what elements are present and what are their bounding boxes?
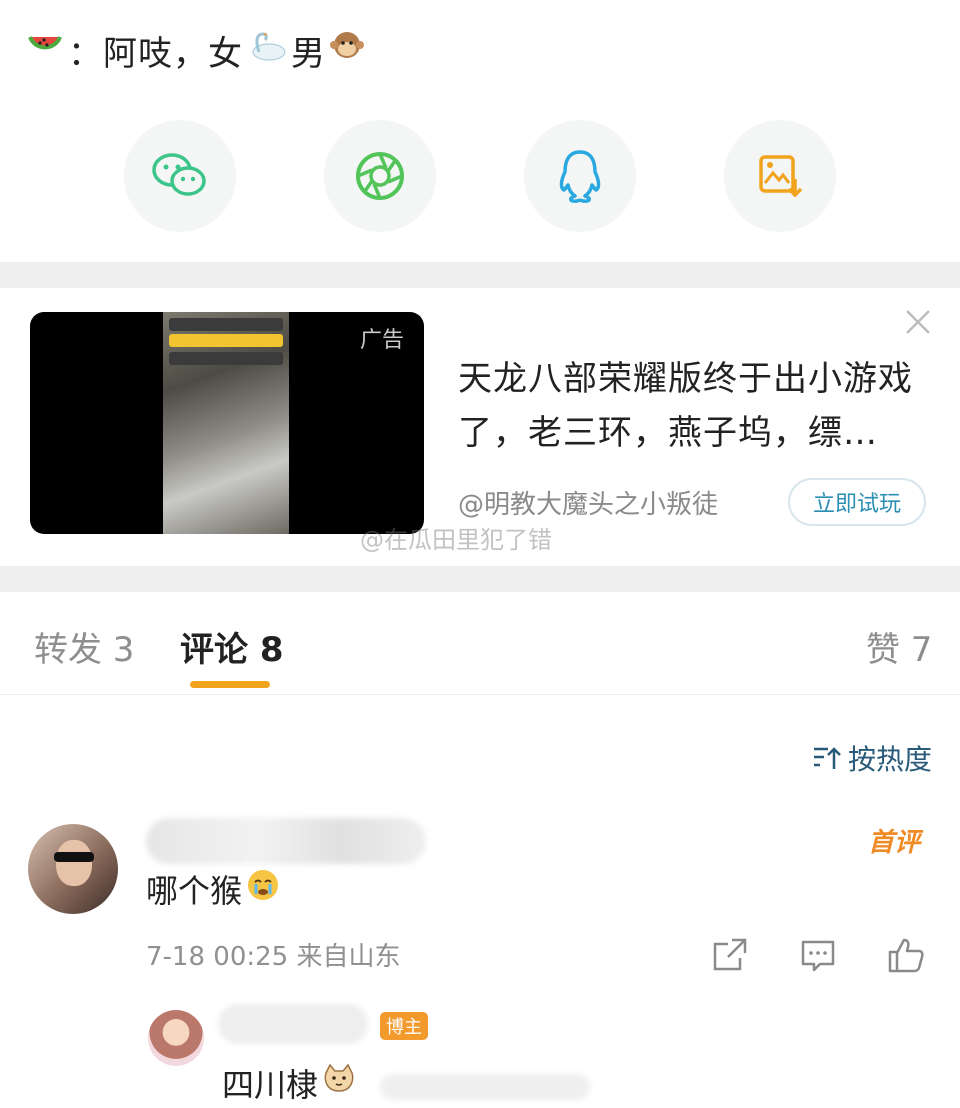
- crying-face-icon: [246, 868, 280, 910]
- reply-text: 四川棣: [222, 1060, 356, 1106]
- sort-label: 按热度: [848, 743, 933, 776]
- close-icon[interactable]: [904, 308, 932, 342]
- monkey-icon: [328, 27, 366, 74]
- share-comment-button[interactable]: [710, 936, 750, 976]
- post-line-prefix: ：: [68, 33, 103, 74]
- try-now-button[interactable]: 立即试玩: [788, 478, 926, 526]
- post-line-text-2: 男: [291, 33, 326, 74]
- comment-text: 哪个猴: [146, 866, 280, 912]
- ad-video-frame: [163, 312, 289, 534]
- post-text-line: ： 阿吱，女 男: [28, 22, 366, 78]
- moments-icon: [356, 152, 404, 200]
- section-divider-2: [0, 566, 960, 592]
- tab-comments[interactable]: 评论 8: [180, 622, 284, 671]
- author-badge: 博主: [380, 1012, 428, 1040]
- reply-username-blurred[interactable]: [218, 1004, 368, 1044]
- tab-likes[interactable]: 赞 7: [866, 622, 932, 671]
- tab-reposts[interactable]: 转发 3: [34, 622, 134, 671]
- reply-comment-button[interactable]: [798, 936, 838, 976]
- watermelon-icon: [28, 31, 62, 69]
- first-comment-badge: 首评: [868, 828, 921, 858]
- reply-body: 四川棣: [222, 1066, 319, 1104]
- share-moments-button[interactable]: [324, 120, 436, 232]
- sort-by-hot-button[interactable]: 按热度: [812, 738, 932, 778]
- cat-face-icon: [322, 1063, 356, 1103]
- tabs-divider: [0, 694, 960, 695]
- qq-icon: [559, 150, 601, 203]
- wechat-icon: [152, 153, 206, 196]
- post-line-text: 阿吱，女: [103, 33, 243, 74]
- section-divider: [0, 262, 960, 288]
- thumbs-up-icon: [888, 938, 924, 973]
- ad-label: 广告: [360, 328, 405, 353]
- share-qq-button[interactable]: [524, 120, 636, 232]
- save-image-button[interactable]: [724, 120, 836, 232]
- save-image-icon: [759, 155, 803, 198]
- watermark: @在瓜田里犯了错: [360, 526, 552, 554]
- active-tab-indicator: [190, 681, 270, 688]
- ad-title[interactable]: 天龙八部荣耀版终于出小游戏了，老三环，燕子坞，缥…: [458, 352, 928, 460]
- ad-source[interactable]: @明教大魔头之小叛徒: [458, 484, 718, 521]
- username-blurred[interactable]: [146, 818, 426, 864]
- comment-meta: 7-18 00:25 来自山东: [146, 942, 401, 972]
- avatar[interactable]: [28, 824, 118, 914]
- blurred-text: [380, 1074, 590, 1100]
- swan-icon: [247, 30, 287, 71]
- sort-icon: [814, 747, 841, 769]
- like-comment-button[interactable]: [886, 936, 926, 976]
- share-wechat-button[interactable]: [124, 120, 236, 232]
- comment-body: 哪个猴: [146, 872, 243, 910]
- reply-avatar[interactable]: [148, 1010, 204, 1066]
- comment-icon: [801, 940, 835, 972]
- share-icon: [713, 938, 747, 971]
